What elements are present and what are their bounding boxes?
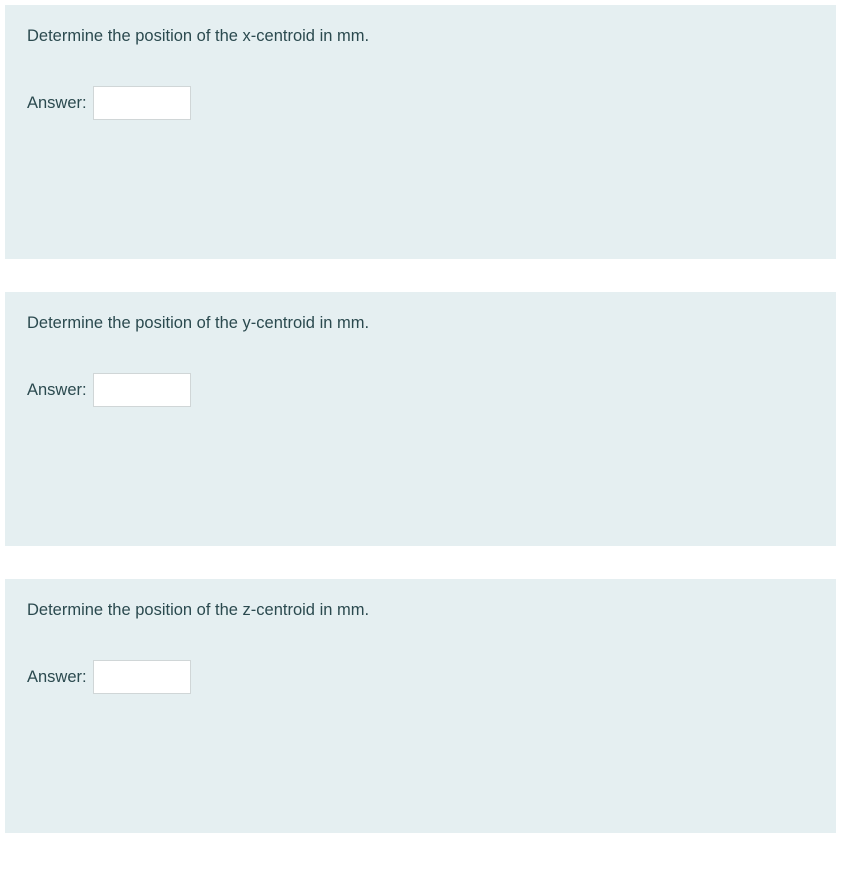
answer-input-y-centroid[interactable]	[93, 373, 191, 407]
answer-input-x-centroid[interactable]	[93, 86, 191, 120]
question-prompt: Determine the position of the y-centroid…	[27, 312, 814, 335]
answer-label: Answer:	[27, 381, 87, 400]
question-block-y-centroid: Determine the position of the y-centroid…	[5, 292, 836, 546]
question-block-z-centroid: Determine the position of the z-centroid…	[5, 579, 836, 833]
question-prompt: Determine the position of the z-centroid…	[27, 599, 814, 622]
question-prompt: Determine the position of the x-centroid…	[27, 25, 814, 48]
answer-label: Answer:	[27, 668, 87, 687]
answer-input-z-centroid[interactable]	[93, 660, 191, 694]
answer-row: Answer:	[27, 373, 814, 407]
question-block-x-centroid: Determine the position of the x-centroid…	[5, 5, 836, 259]
answer-row: Answer:	[27, 86, 814, 120]
answer-label: Answer:	[27, 94, 87, 113]
answer-row: Answer:	[27, 660, 814, 694]
